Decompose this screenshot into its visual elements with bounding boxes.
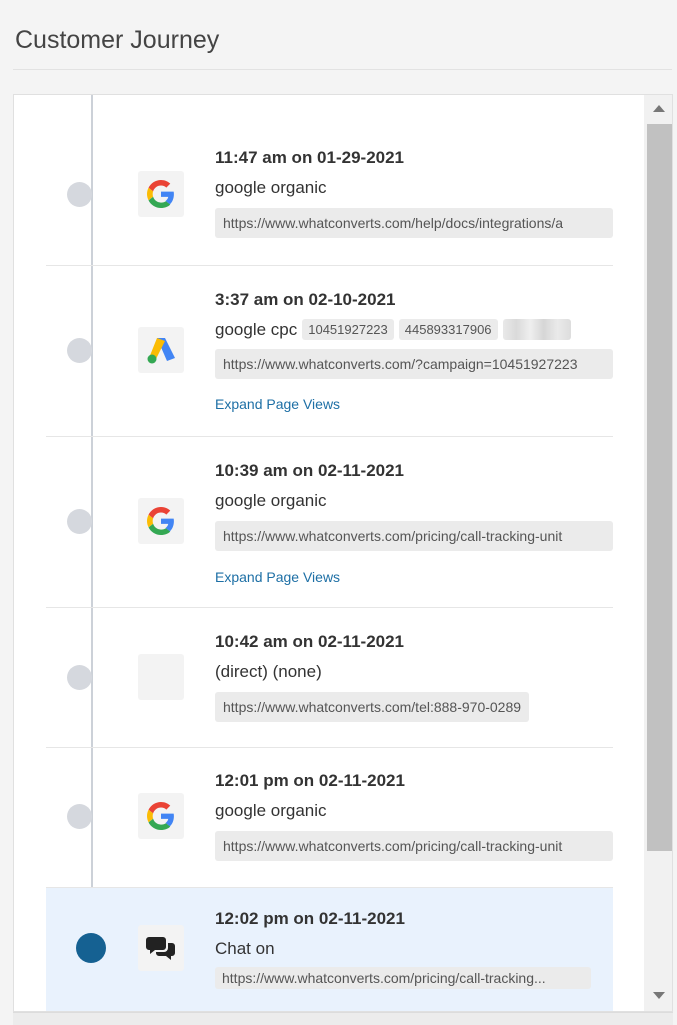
redacted-tag	[502, 319, 571, 340]
event-time: 10:39 am on 02-11-2021	[215, 461, 405, 480]
journey-panel[interactable]: 11:47 am on 01-29-2021 google organic ht…	[13, 94, 673, 1012]
timeline-dot	[67, 509, 92, 534]
source-label: google organic	[215, 801, 327, 820]
event-url: https://www.whatconverts.com/pricing/cal…	[215, 831, 613, 861]
source-label: Chat on	[215, 939, 275, 958]
event-source: google cpc 10451927223 445893317906	[215, 319, 571, 340]
timeline-dot	[67, 665, 92, 690]
blank-icon	[138, 654, 184, 700]
timeline-dot	[67, 804, 92, 829]
source-label: google organic	[215, 491, 327, 510]
google-ads-icon	[138, 327, 184, 373]
source-label: google cpc	[215, 319, 298, 339]
adgroup-tag: 445893317906	[398, 319, 498, 340]
event-url: https://www.whatconverts.com/?campaign=1…	[215, 349, 613, 379]
scroll-down-arrow-icon[interactable]	[653, 992, 665, 999]
timeline-dot	[67, 182, 92, 207]
title-divider	[13, 69, 672, 70]
google-icon	[138, 793, 184, 839]
vertical-scrollbar[interactable]	[644, 95, 672, 1011]
event-time: 12:02 pm on 02-11-2021	[215, 909, 405, 928]
timeline-dot-active	[76, 933, 106, 963]
event-url: https://www.whatconverts.com/help/docs/i…	[215, 208, 613, 238]
event-source: google organic	[215, 491, 327, 511]
journey-event-active: 12:02 pm on 02-11-2021 Chat on https://w…	[46, 888, 613, 1011]
journey-event: 10:39 am on 02-11-2021 google organic ht…	[46, 437, 613, 608]
event-time: 3:37 am on 02-10-2021	[215, 290, 396, 309]
event-url: https://www.whatconverts.com/pricing/cal…	[215, 521, 613, 551]
event-time: 12:01 pm on 02-11-2021	[215, 771, 405, 790]
scroll-thumb[interactable]	[647, 124, 672, 851]
google-icon	[138, 171, 184, 217]
event-source: (direct) (none)	[215, 662, 322, 682]
expand-page-views-link[interactable]: Expand Page Views	[215, 569, 340, 585]
campaign-tag: 10451927223	[302, 319, 394, 340]
journey-event: 12:01 pm on 02-11-2021 google organic ht…	[46, 748, 613, 888]
event-source: Chat on	[215, 939, 275, 959]
chat-bubbles-icon	[138, 925, 184, 971]
source-label: google organic	[215, 178, 327, 197]
event-time: 10:42 am on 02-11-2021	[215, 632, 405, 651]
google-icon	[138, 498, 184, 544]
event-source: google organic	[215, 178, 327, 198]
journey-event: 11:47 am on 01-29-2021 google organic ht…	[46, 123, 613, 266]
scroll-up-arrow-icon[interactable]	[653, 105, 665, 112]
event-url: https://www.whatconverts.com/tel:888-970…	[215, 692, 530, 722]
source-label: (direct) (none)	[215, 662, 322, 681]
timeline-dot	[67, 338, 92, 363]
journey-event: 3:37 am on 02-10-2021 google cpc 1045192…	[46, 266, 613, 437]
event-url: https://www.whatconverts.com/pricing/cal…	[215, 967, 591, 989]
expand-page-views-link[interactable]: Expand Page Views	[215, 396, 340, 412]
journey-event: 10:42 am on 02-11-2021 (direct) (none) h…	[46, 608, 613, 748]
event-source: google organic	[215, 801, 327, 821]
event-time: 11:47 am on 01-29-2021	[215, 148, 405, 167]
page-title: Customer Journey	[15, 26, 220, 54]
panel-footer	[13, 1012, 673, 1025]
